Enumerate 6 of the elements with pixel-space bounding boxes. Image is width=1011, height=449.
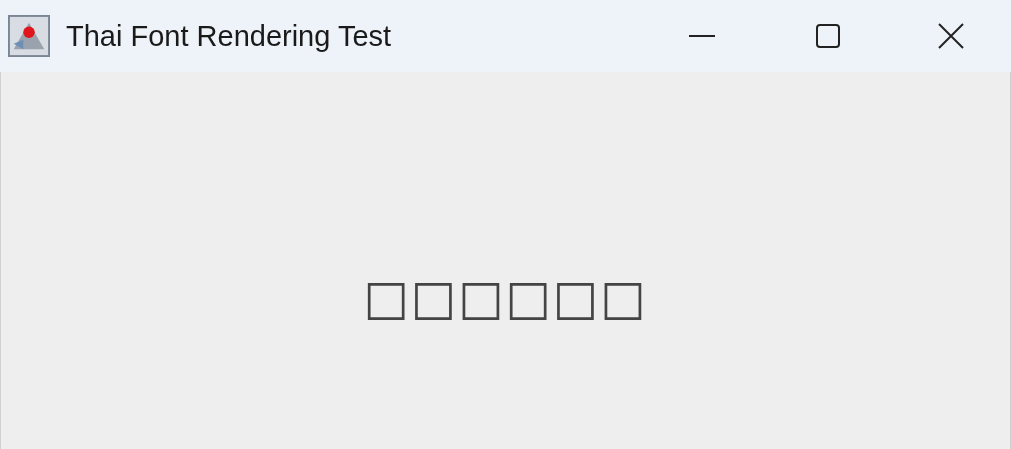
minimize-icon [689,35,715,37]
window-title: Thai Font Rendering Test [66,19,392,53]
app-icon [8,15,50,57]
missing-glyph-text: □□□□□□ [363,268,648,325]
maximize-icon [815,23,841,49]
close-icon [938,23,964,49]
